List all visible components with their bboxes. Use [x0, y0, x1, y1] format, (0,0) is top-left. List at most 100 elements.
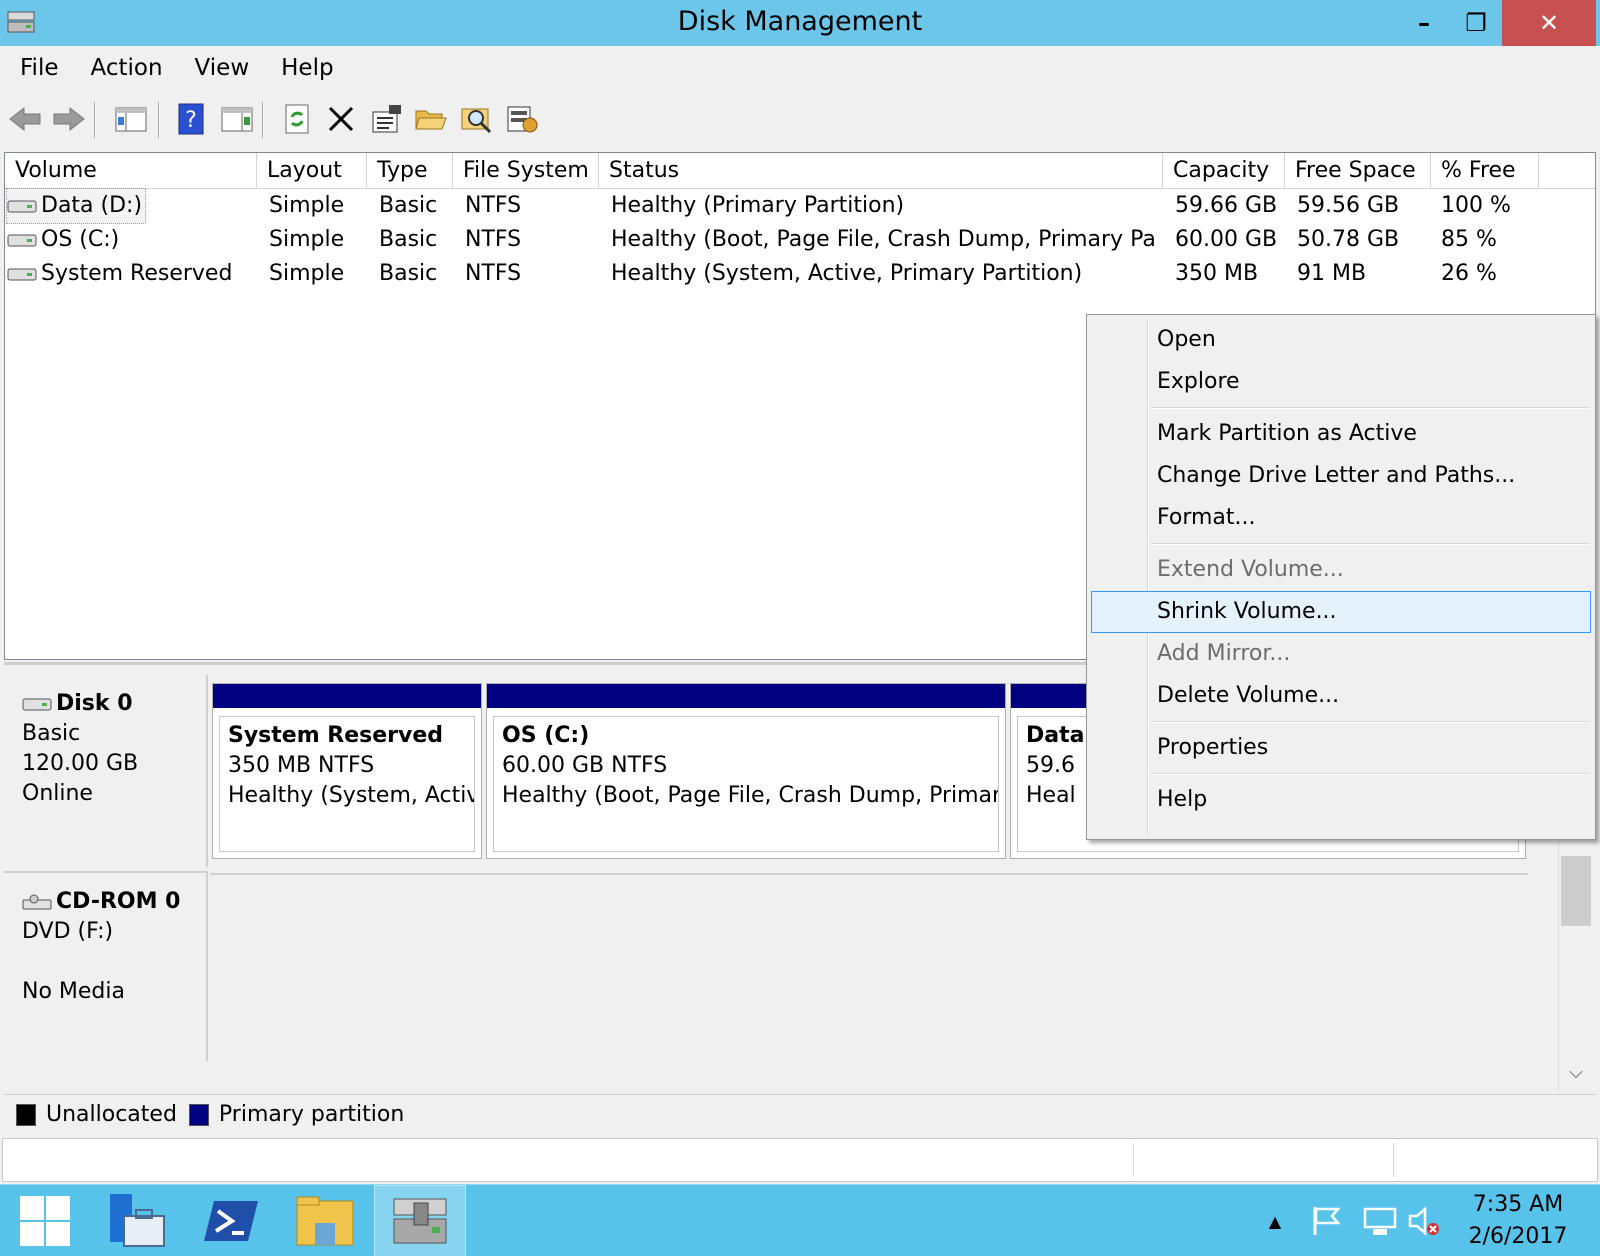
menu-separator	[1151, 407, 1589, 409]
action-pane-icon[interactable]	[218, 100, 256, 138]
menu-action[interactable]: Action	[91, 55, 163, 81]
menu-item-mark-active[interactable]: Mark Partition as Active	[1091, 413, 1591, 455]
partition-system-reserved[interactable]: System Reserved 350 MB NTFS Healthy (Sys…	[212, 683, 482, 859]
menu-item-add-mirror: Add Mirror...	[1157, 641, 1291, 666]
search-disk-icon[interactable]	[458, 100, 496, 138]
capacity-cell: 350 MB	[1175, 261, 1259, 286]
partition-type-bar	[487, 684, 1005, 708]
file-explorer-icon[interactable]	[280, 1185, 370, 1256]
menu-view[interactable]: View	[195, 55, 250, 81]
cdrom-icon	[22, 894, 52, 910]
disk-management-app-icon[interactable]	[6, 8, 36, 36]
show-hidden-icons-icon[interactable]: ▲	[1262, 1185, 1288, 1256]
scrollbar-thumb[interactable]	[1561, 856, 1591, 926]
cdrom-0-info[interactable]: CD-ROM 0 DVD (F:) No Media	[4, 871, 208, 1061]
volume-name: OS (C:)	[41, 227, 120, 252]
table-row[interactable]: Data (D:) Simple Basic NTFS Healthy (Pri…	[5, 188, 1565, 224]
menu-file[interactable]: File	[20, 55, 59, 81]
drive-icon	[7, 200, 37, 213]
context-menu: Open Explore Mark Partition as Active Ch…	[1086, 314, 1596, 840]
layout-cell: Simple	[269, 193, 345, 218]
scroll-down-arrow-icon[interactable]: ⌵	[1559, 1058, 1593, 1086]
menu-help[interactable]: Help	[281, 55, 333, 81]
menu-item-shrink-volume[interactable]: Shrink Volume...	[1091, 591, 1591, 633]
menu-item-delete-volume[interactable]: Delete Volume...	[1091, 675, 1591, 717]
volume-cell[interactable]: Data (D:)	[6, 188, 146, 224]
open-folder-icon[interactable]	[412, 100, 450, 138]
back-arrow-icon[interactable]	[6, 100, 44, 138]
menu-item-properties[interactable]: Properties	[1091, 727, 1591, 769]
legend-unallocated: Unallocated	[46, 1102, 177, 1127]
menu-item-explore[interactable]: Explore	[1091, 361, 1591, 403]
menu-item-help[interactable]: Help	[1091, 779, 1591, 821]
console-tree-icon[interactable]	[112, 100, 150, 138]
partition-type-bar	[213, 684, 481, 708]
table-row[interactable]: OS (C:) Simple Basic NTFS Healthy (Boot,…	[5, 223, 1565, 257]
network-icon[interactable]	[1360, 1185, 1400, 1256]
status-cell: Healthy (Primary Partition)	[611, 193, 905, 218]
volume-muted-icon[interactable]	[1406, 1185, 1442, 1256]
status-bar-divider	[1133, 1143, 1134, 1177]
menu-item-open[interactable]: Open	[1091, 319, 1591, 361]
volume-cell[interactable]: OS (C:)	[7, 223, 119, 257]
column-header-volume[interactable]: Volume	[5, 153, 257, 189]
maximize-button[interactable]: ❐	[1450, 0, 1502, 46]
toolbar-separator	[262, 102, 264, 138]
disk-icon	[22, 698, 52, 711]
title-bar: Disk Management – ❐ ✕	[0, 0, 1600, 46]
refresh-icon[interactable]	[278, 100, 316, 138]
close-button[interactable]: ✕	[1502, 0, 1596, 46]
menu-separator	[1151, 543, 1589, 545]
unallocated-swatch	[16, 1103, 36, 1126]
cdrom-0-body	[210, 873, 1528, 1061]
windows-start-icon[interactable]	[0, 1185, 90, 1256]
disk-name: Disk 0	[56, 691, 133, 716]
menu-item-format[interactable]: Format...	[1091, 497, 1591, 539]
toolbar: ?	[0, 90, 1600, 150]
toolbar-separator	[158, 102, 160, 138]
free-space-cell: 91 MB	[1297, 261, 1367, 286]
filesystem-cell: NTFS	[465, 261, 522, 286]
column-header-free-space[interactable]: Free Space	[1285, 153, 1431, 189]
menu-bar: File Action View Help	[0, 46, 1600, 90]
layout-cell: Simple	[269, 227, 345, 252]
delete-icon[interactable]	[322, 100, 360, 138]
column-header-file-system[interactable]: File System	[453, 153, 599, 189]
menu-item-extend-volume: Extend Volume...	[1157, 557, 1344, 582]
partition-size: 350 MB NTFS	[228, 753, 375, 778]
column-header-capacity[interactable]: Capacity	[1163, 153, 1285, 189]
help-icon[interactable]: ?	[172, 100, 210, 138]
cdrom-state: No Media	[22, 979, 125, 1004]
table-row[interactable]: System Reserved Simple Basic NTFS Health…	[5, 257, 1565, 291]
server-manager-icon[interactable]	[92, 1185, 182, 1256]
settings-icon[interactable]	[504, 100, 542, 138]
layout-cell: Simple	[269, 261, 345, 286]
menu-separator	[1151, 721, 1589, 723]
forward-arrow-icon[interactable]	[50, 100, 88, 138]
drive-icon	[7, 268, 37, 281]
svg-text:?: ?	[185, 108, 197, 133]
action-center-flag-icon[interactable]	[1308, 1185, 1344, 1256]
partition-os-c[interactable]: OS (C:) 60.00 GB NTFS Healthy (Boot, Pag…	[486, 683, 1006, 859]
properties-icon[interactable]	[368, 100, 406, 138]
filesystem-cell: NTFS	[465, 193, 522, 218]
powershell-icon[interactable]	[186, 1185, 276, 1256]
capacity-cell: 60.00 GB	[1175, 227, 1278, 252]
column-header-percent-free[interactable]: % Free	[1431, 153, 1539, 189]
column-header-layout[interactable]: Layout	[257, 153, 367, 189]
legend-primary-partition: Primary partition	[218, 1102, 405, 1127]
primary-partition-swatch	[188, 1103, 209, 1126]
column-header-type[interactable]: Type	[367, 153, 453, 189]
volume-cell[interactable]: System Reserved	[7, 257, 232, 291]
menu-item-change-drive-letter[interactable]: Change Drive Letter and Paths...	[1091, 455, 1591, 497]
disk-management-icon[interactable]	[374, 1185, 466, 1256]
taskbar-clock[interactable]: 7:35 AM 2/6/2017	[1448, 1189, 1588, 1253]
status-bar-divider	[1393, 1143, 1394, 1177]
percent-free-cell: 85 %	[1441, 227, 1497, 252]
minimize-button[interactable]: –	[1398, 0, 1450, 46]
disk-0-info[interactable]: Disk 0 Basic 120.00 GB Online	[4, 675, 208, 867]
cdrom-name: CD-ROM 0	[56, 889, 181, 914]
column-header-status[interactable]: Status	[599, 153, 1163, 189]
cdrom-drive: DVD (F:)	[22, 919, 114, 944]
status-bar	[2, 1138, 1598, 1182]
